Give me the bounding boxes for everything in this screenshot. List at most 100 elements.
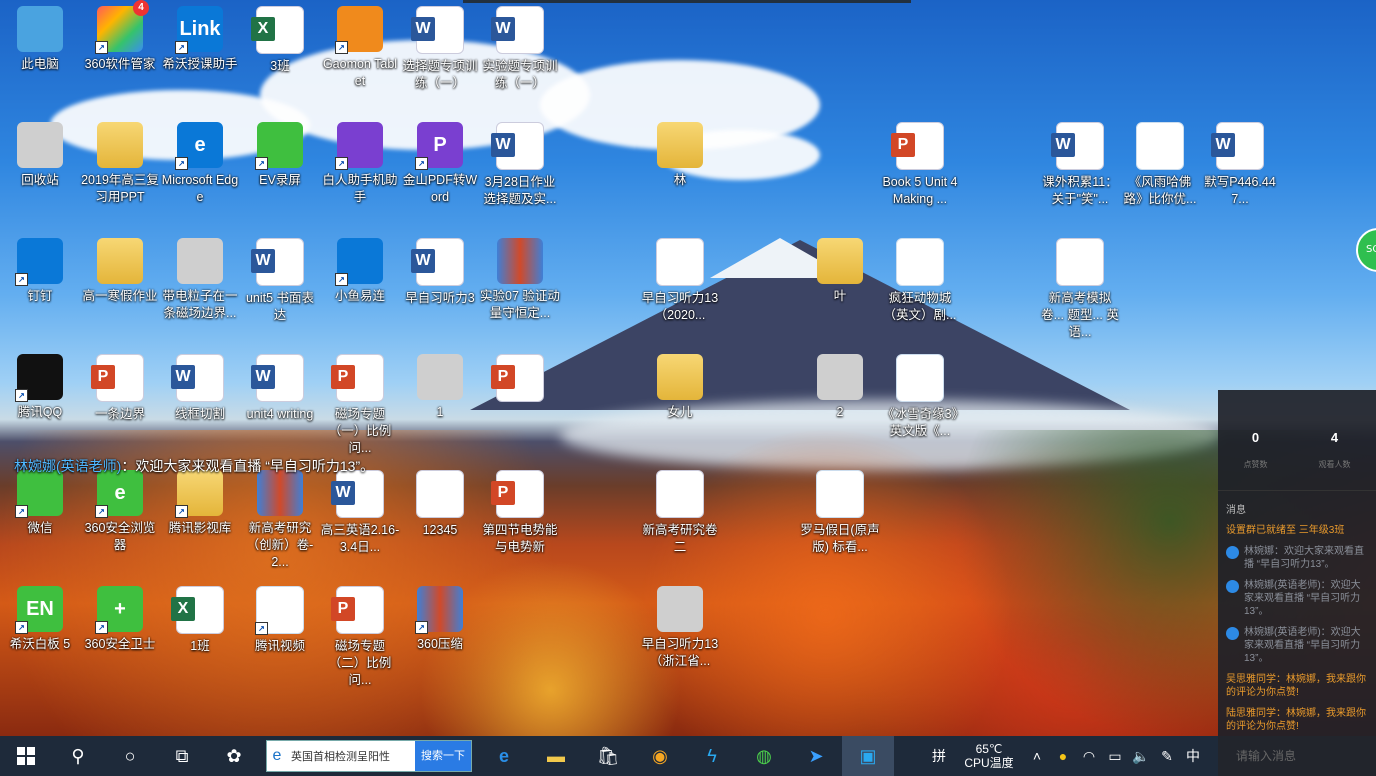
icon-label: 默写P446.447... <box>1204 175 1276 206</box>
desktop-icon[interactable]: 新高考模拟卷... 题型... 英语... <box>1040 238 1120 341</box>
desktop-icon[interactable]: 1 <box>400 354 480 421</box>
desktop-icon[interactable]: 磁场专题（二）比例问... <box>320 586 400 689</box>
desktop-icon[interactable]: 第四节电势能与电势新 <box>480 470 560 556</box>
icon-label: 回收站 <box>21 173 59 187</box>
file-icon <box>171 354 224 402</box>
side-floating-badge[interactable]: SOS <box>1356 228 1376 272</box>
desktop-icon[interactable]: 课外积累11：关于"笑"... <box>1040 122 1120 208</box>
tray-app[interactable]: ● <box>1050 748 1076 764</box>
desktop-icon[interactable]: 《风雨哈佛路》比你优... <box>1120 122 1200 208</box>
desktop-icon[interactable]: Link ↗ 希沃授课助手 <box>160 6 240 73</box>
desktop-icon[interactable]: ↗ Gaomon Tablet <box>320 6 400 90</box>
desktop-icon[interactable]: 选择题专项训练（一） <box>400 6 480 92</box>
tray-show-hidden[interactable]: ˄ <box>1024 748 1050 764</box>
desktop-icon[interactable]: 早自习听力13（浙江省... <box>640 586 720 670</box>
file-icon: EN ↗ <box>15 586 63 634</box>
desktop-icon[interactable]: 3班 <box>240 6 320 75</box>
desktop-icon[interactable]: 早自习听力13（2020... <box>640 238 720 324</box>
desktop-icon[interactable]: e ↗ Microsoft Edge <box>160 122 240 206</box>
file-icon <box>411 238 464 286</box>
desktop-icon[interactable]: 高一寒假作业 <box>80 238 160 305</box>
message-item: 林婉娜：欢迎大家来观看直播 “早自习听力13”。 <box>1218 541 1376 575</box>
icon-label: 腾讯影视库 <box>168 521 232 535</box>
battery-icon: ▭ <box>1108 747 1122 764</box>
desktop-icon[interactable]: ↗ 小鱼易连 <box>320 238 400 305</box>
desktop-icon[interactable]: ↗ 腾讯视频 <box>240 586 320 655</box>
desktop-icon[interactable]: ↗ 微信 <box>0 470 80 537</box>
taskbar-live-app[interactable]: ▣ <box>842 736 894 776</box>
desktop-icon[interactable]: 早自习听力3 <box>400 238 480 307</box>
desktop-icon[interactable]: 2019年高三复习用PPT <box>80 122 160 206</box>
desktop-icon[interactable]: 3月28日作业选择题及实... <box>480 122 560 208</box>
icon-label: 早自习听力3 <box>405 291 475 305</box>
desktop-icon[interactable]: ↗ 360压缩 <box>400 586 480 653</box>
desktop-icon[interactable]: 叶 <box>800 238 880 305</box>
desktop-icon[interactable]: Book 5 Unit 4 Making ... <box>880 122 960 208</box>
file-icon <box>331 354 384 402</box>
message-list: 设置群已就绪至 三年级3班 林婉娜：欢迎大家来观看直播 “早自习听力13”。 林婉娜… <box>1218 520 1376 736</box>
desktop-icon[interactable]: ↗ 钉钉 <box>0 238 80 305</box>
taskbar-360-browser[interactable]: ◉ <box>634 736 686 776</box>
desktop-icon[interactable]: 磁场专题（一）比例问... <box>320 354 400 457</box>
desktop-icon[interactable]: EN ↗ 希沃白板 5 <box>0 586 80 653</box>
chat-input[interactable]: 请输入消息 <box>1218 736 1376 776</box>
desktop-icon[interactable]: ↗ 腾讯影视库 <box>160 470 240 537</box>
desktop-icon[interactable] <box>480 354 560 406</box>
desktop-icon[interactable]: 罗马假日(原声版) 标看... <box>800 470 880 556</box>
desktop-icon[interactable]: 新高考研究卷二 <box>640 470 720 556</box>
tray-network[interactable]: ◠ <box>1076 748 1102 765</box>
desktop-icon[interactable]: ↗ 4 360软件管家 <box>80 0 160 73</box>
desktop-icon[interactable]: 1班 <box>160 586 240 655</box>
desktop-icon[interactable]: ↗ 腾讯QQ <box>0 354 80 421</box>
desktop-icon[interactable]: 女儿 <box>640 354 720 421</box>
desktop-icon[interactable]: 林 <box>640 122 720 189</box>
file-icon <box>497 238 543 284</box>
desktop-icon[interactable]: 默写P446.447... <box>1200 122 1280 208</box>
desktop-icon[interactable]: 一条边界 <box>80 354 160 423</box>
desktop-icon[interactable]: 线框切割 <box>160 354 240 423</box>
tray-pen[interactable]: ✎ <box>1154 748 1180 765</box>
desktop-icon[interactable]: 带电粒子在一条磁场边界... <box>160 238 240 322</box>
desktop-icon[interactable]: ↗ EV录屏 <box>240 122 320 189</box>
desktop-icon[interactable]: 实验题专项训练（一） <box>480 6 560 92</box>
cortana-button[interactable]: ○ <box>104 736 156 776</box>
file-icon <box>816 470 864 518</box>
taskbar-dingtalk[interactable]: ➤ <box>790 736 842 776</box>
desktop-icon[interactable]: 此电脑 <box>0 6 80 73</box>
search-query[interactable]: 英国首相检测呈阳性 <box>287 748 415 764</box>
desktop-icon[interactable]: unit4 writing <box>240 354 320 423</box>
desktop-icon[interactable]: 疯狂动物城（英文）剧... <box>880 238 960 324</box>
desktop-icon[interactable]: 12345 <box>400 470 480 539</box>
start-button[interactable] <box>0 736 52 776</box>
tray-battery[interactable]: ▭ <box>1102 748 1128 765</box>
browser-search-box[interactable]: e 英国首相检测呈阳性 搜索一下 <box>266 740 472 772</box>
desktop-icon[interactable]: 《冰雪奇缘3》英文版《... <box>880 354 960 440</box>
taskbar-explorer[interactable]: ▬ <box>530 736 582 776</box>
search-go-button[interactable]: 搜索一下 <box>415 741 471 771</box>
taskbar-360-safe[interactable]: ◍ <box>738 736 790 776</box>
pinwheel-app[interactable]: ✿ <box>208 736 260 776</box>
taskbar-app-lightning[interactable]: ϟ <box>686 736 738 776</box>
icon-label: 叶 <box>833 289 847 303</box>
icon-label: 2 <box>836 405 844 419</box>
live-stats: 0 点赞数 4 观看人数 <box>1218 390 1376 491</box>
task-view-button[interactable]: ⧉ <box>156 736 208 776</box>
desktop-icon[interactable]: 高三英语2.16-3.4日... <box>320 470 400 556</box>
desktop-icon[interactable]: unit5 书面表达 <box>240 238 320 324</box>
chat-input-bar[interactable]: 请输入消息 <box>1218 736 1376 776</box>
tray-ime[interactable]: 中 <box>1180 746 1206 766</box>
search-button[interactable]: ⚲ <box>52 736 104 776</box>
ime-mode[interactable]: 拼 <box>924 746 954 766</box>
desktop-icon[interactable]: 回收站 <box>0 122 80 189</box>
taskbar-store[interactable]: 🛍 <box>582 736 634 776</box>
desktop-icon[interactable]: ↗ 白人助手机助手 <box>320 122 400 206</box>
desktop-icon[interactable]: e ↗ 360安全浏览器 <box>80 470 160 554</box>
desktop-icon[interactable]: P ↗ 金山PDF转Word <box>400 122 480 206</box>
desktop-icon[interactable]: 2 <box>800 354 880 421</box>
desktop-icon[interactable]: 实验07 验证动量守恒定... <box>480 238 560 322</box>
taskbar-edge[interactable]: e <box>478 736 530 776</box>
icon-label: 希沃白板 5 <box>9 637 71 651</box>
desktop-icon[interactable]: + ↗ 360安全卫士 <box>80 586 160 653</box>
desktop-icon[interactable]: 新高考研究（创新）卷-2... <box>240 470 320 571</box>
tray-volume[interactable]: 🔈 <box>1128 748 1154 765</box>
